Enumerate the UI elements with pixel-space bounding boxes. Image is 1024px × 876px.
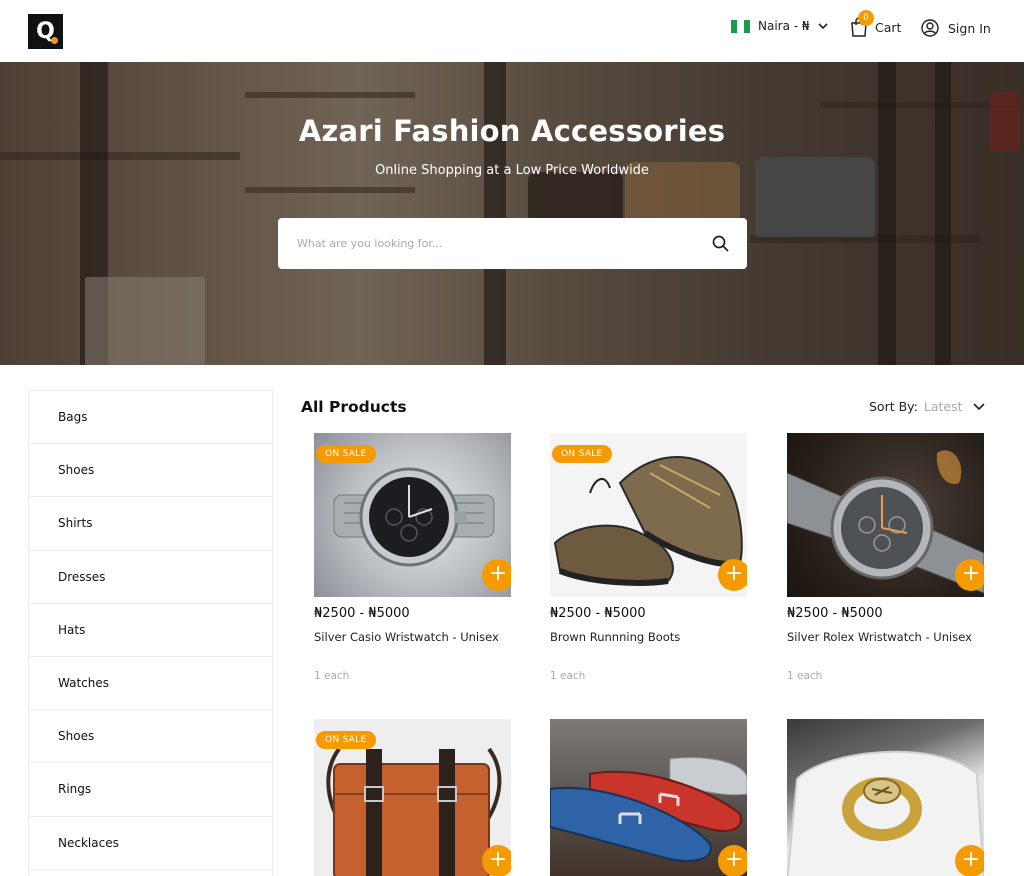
product-card[interactable]: + (787, 719, 984, 876)
add-to-cart-button[interactable]: + (718, 559, 747, 591)
sidebar-item-rings[interactable]: Rings (29, 763, 272, 817)
sort-value: Latest (923, 399, 963, 414)
category-sidebar: Bags Shoes Shirts Dresses Hats Watches S… (28, 390, 273, 876)
cart-label: Cart (875, 19, 902, 35)
sidebar-item-necklaces[interactable]: Necklaces (29, 817, 272, 870)
product-name[interactable]: Silver Casio Wristwatch - Unisex (314, 627, 511, 667)
on-sale-badge: ON SALE (316, 445, 376, 463)
sidebar-item-hats[interactable]: Hats (29, 604, 272, 657)
product-image-rolex[interactable]: + (787, 433, 984, 597)
add-to-cart-button[interactable]: + (482, 559, 511, 591)
shopping-bag-icon: 0 (850, 10, 874, 37)
sidebar-item-watches[interactable]: Watches (29, 657, 272, 711)
product-card[interactable]: + ₦2500 - ₦5000 Silver Rolex Wristwatch … (787, 433, 984, 682)
product-image-boots[interactable]: ON SALE + (550, 433, 747, 597)
sort-label: Sort By: (869, 399, 918, 414)
product-card[interactable]: ON SALE + ₦2500 - ₦5000 Silver Casio Wri… (314, 433, 511, 682)
nigeria-flag-icon (731, 19, 750, 33)
loafers-illustration (550, 757, 747, 862)
brand-logo[interactable]: Q (28, 14, 63, 49)
hero-title: Azari Fashion Accessories (298, 114, 726, 148)
sidebar-item-shirts[interactable]: Shirts (29, 497, 272, 551)
add-to-cart-button[interactable]: + (955, 845, 984, 876)
on-sale-badge: ON SALE (552, 445, 612, 463)
sidebar-item-shoes[interactable]: Shoes (29, 444, 272, 498)
product-image-ring[interactable]: + (787, 719, 984, 876)
product-price: ₦2500 - ₦5000 (550, 606, 646, 621)
product-card[interactable]: + (550, 719, 747, 876)
product-unit: 1 each (550, 670, 586, 682)
user-icon (921, 19, 939, 37)
currency-label: Naira - ₦ (758, 19, 810, 33)
product-name[interactable]: Brown Runnning Boots (550, 627, 747, 667)
sort-dropdown[interactable]: Sort By: Latest (869, 399, 985, 414)
search-input[interactable] (297, 237, 712, 250)
currency-selector[interactable]: Naira - ₦ (731, 19, 828, 33)
top-header: Q Naira - ₦ 0 Cart Sign In (0, 0, 1024, 62)
add-to-cart-button[interactable]: + (955, 559, 984, 591)
products-title: All Products (301, 398, 407, 416)
cart-button[interactable]: 0 Cart (850, 10, 902, 37)
hero-overlay (0, 62, 1024, 365)
product-image-watch[interactable]: ON SALE + (314, 433, 511, 597)
product-price: ₦2500 - ₦5000 (787, 606, 883, 621)
sidebar-item-bags[interactable]: Bags (29, 391, 272, 445)
product-card[interactable]: ON SALE + (314, 719, 511, 876)
hero-banner: Azari Fashion Accessories Online Shoppin… (0, 62, 1024, 365)
cart-count-badge: 0 (858, 10, 874, 26)
add-to-cart-button[interactable]: + (718, 845, 747, 876)
product-name[interactable]: Silver Rolex Wristwatch - Unisex (787, 627, 984, 667)
ring-illustration (787, 750, 984, 876)
chevron-down-icon (972, 402, 985, 410)
on-sale-badge: ON SALE (316, 731, 376, 749)
sign-in-label: Sign In (948, 20, 991, 36)
search-bar (278, 218, 747, 269)
add-to-cart-button[interactable]: + (482, 845, 511, 876)
chevron-down-icon (817, 22, 828, 29)
hero-subtitle: Online Shopping at a Low Price Worldwide (375, 163, 649, 178)
product-image-loafers[interactable]: + (550, 719, 747, 876)
product-unit: 1 each (787, 670, 823, 682)
product-unit: 1 each (314, 670, 350, 682)
product-image-bag[interactable]: ON SALE + (314, 719, 511, 876)
product-card[interactable]: ON SALE + ₦2500 - ₦5000 Brown Runnning B… (550, 433, 747, 682)
sidebar-item-shoes-2[interactable]: Shoes (29, 710, 272, 764)
product-price: ₦2500 - ₦5000 (314, 606, 410, 621)
logo-dot (51, 37, 58, 44)
search-icon[interactable] (712, 235, 729, 252)
sidebar-item-dresses[interactable]: Dresses (29, 551, 272, 604)
sign-in-button[interactable]: Sign In (921, 19, 991, 37)
